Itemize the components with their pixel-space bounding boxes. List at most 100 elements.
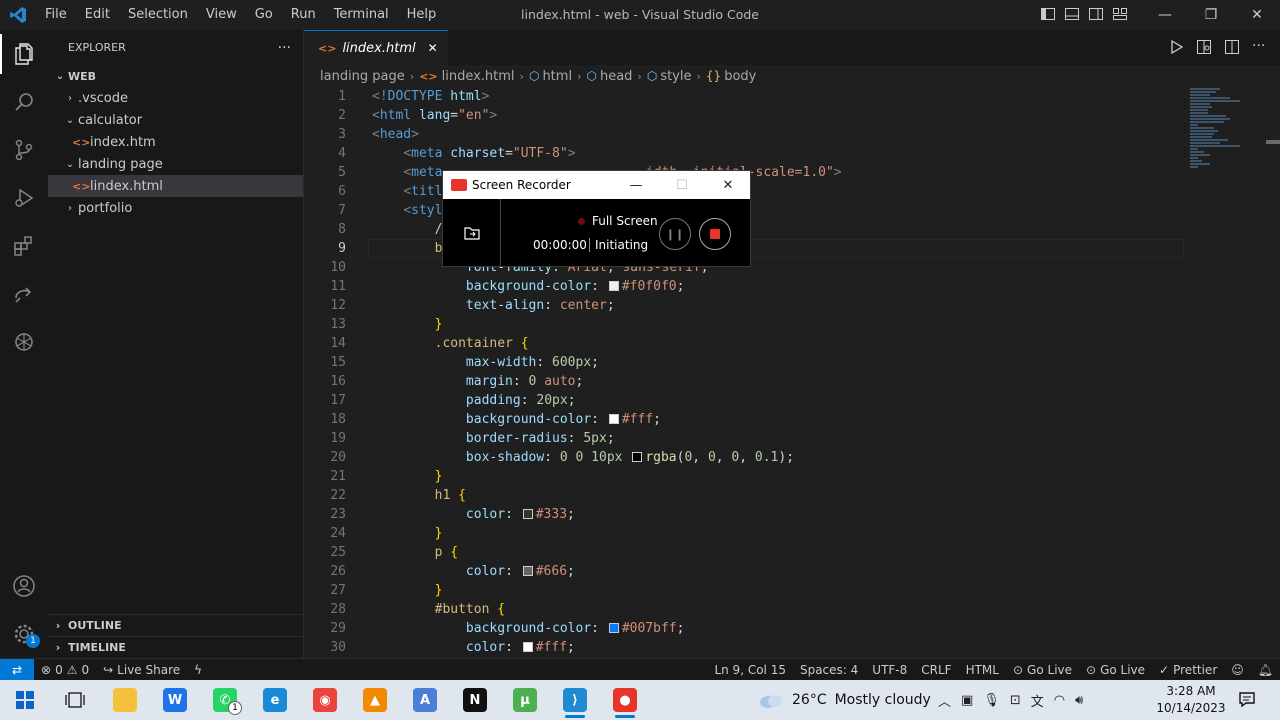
code-line[interactable]: 23 color: #333; [304, 505, 1184, 524]
pause-button[interactable]: ❙❙ [659, 218, 691, 250]
notification-center-icon[interactable] [1238, 690, 1256, 708]
code-line[interactable]: 3 <head> [304, 125, 1184, 144]
chrome-taskbar-button[interactable]: ◉ [300, 680, 350, 720]
search-icon[interactable] [0, 78, 48, 126]
microphone-icon[interactable]: 🎙︎ [983, 693, 1000, 708]
color-swatch[interactable] [522, 642, 533, 652]
edge-taskbar-button[interactable]: e [250, 680, 300, 720]
problems-indicator[interactable]: ⊗ 0 ⚠ 0 [34, 663, 96, 677]
utorrent-taskbar-button[interactable]: µ [500, 680, 550, 720]
customize-layout-icon[interactable] [1112, 6, 1128, 22]
code-line[interactable]: 22 h1 { [304, 486, 1184, 505]
menu-go[interactable]: Go [246, 0, 282, 30]
more-actions-icon[interactable]: ··· [1252, 39, 1268, 55]
close-icon[interactable]: ✕ [705, 171, 751, 199]
code-line[interactable]: 4 <meta charset="UTF-8"> [304, 144, 1184, 163]
start-taskbar-button[interactable] [0, 680, 50, 720]
cursor-position[interactable]: Ln 9, Col 15 [707, 663, 793, 677]
chatgpt-icon[interactable] [0, 318, 48, 366]
code-line[interactable]: 1 <!DOCTYPE html> [304, 87, 1184, 106]
notifications-bell-icon[interactable]: 🔔︎ [1251, 663, 1280, 677]
menu-view[interactable]: View [197, 0, 246, 30]
code-line[interactable]: 16 margin: 0 auto; [304, 372, 1184, 391]
code-line[interactable]: 27 } [304, 581, 1184, 600]
file-index-htm[interactable]: <> index.htm [48, 131, 303, 153]
breadcrumb-html[interactable]: html [542, 69, 572, 84]
code-line[interactable]: 12 text-align: center; [304, 296, 1184, 315]
editor-scrollbar[interactable] [1266, 140, 1280, 144]
extensions-icon[interactable] [0, 222, 48, 270]
run-debug-icon[interactable] [0, 174, 48, 222]
open-folder-icon[interactable] [443, 199, 501, 266]
accounts-icon[interactable] [0, 562, 48, 610]
code-line[interactable]: 14 .container { [304, 334, 1184, 353]
minimize-icon[interactable]: — [1142, 0, 1188, 30]
file-explorer-taskbar-button[interactable] [100, 680, 150, 720]
code-line[interactable]: 21 } [304, 467, 1184, 486]
outline-section[interactable]: › OUTLINE [48, 614, 304, 636]
feedback-icon[interactable]: ☺ [1224, 663, 1251, 677]
live-share-button[interactable]: ↪ Live Share [96, 663, 187, 677]
go-live-button-2[interactable]: ⊙ Go Live [1079, 663, 1152, 677]
display-icon[interactable]: ⊡ [1010, 693, 1021, 708]
folder-calculator[interactable]: ⌄ calculator [48, 109, 303, 131]
color-swatch[interactable] [632, 452, 643, 462]
weather-widget[interactable]: 26°C Mostly cloudy [758, 680, 931, 720]
font-app-taskbar-button[interactable]: A [400, 680, 450, 720]
color-swatch[interactable] [522, 566, 533, 576]
prettier-button[interactable]: ✓ Prettier [1152, 663, 1224, 677]
split-editor-icon[interactable] [1224, 39, 1240, 55]
code-line[interactable]: 19 border-radius: 5px; [304, 429, 1184, 448]
manage-gear-icon[interactable]: 1 [0, 610, 48, 658]
menu-edit[interactable]: Edit [76, 0, 119, 30]
minimap[interactable] [1190, 88, 1250, 168]
code-line[interactable]: 28 #button { [304, 600, 1184, 619]
file-lindex-html[interactable]: <> lindex.html [48, 175, 303, 197]
volume-icon[interactable]: 🔊︎ [1075, 693, 1083, 708]
folder-portfolio[interactable]: › portfolio [48, 197, 303, 219]
close-icon[interactable]: ✕ [1234, 0, 1280, 30]
breadcrumb-body[interactable]: body [724, 69, 756, 84]
vlc-taskbar-button[interactable]: ▲ [350, 680, 400, 720]
folder-vscode[interactable]: › .vscode [48, 87, 303, 109]
encoding[interactable]: UTF-8 [865, 663, 914, 677]
close-tab-icon[interactable]: ✕ [428, 41, 438, 55]
color-swatch[interactable] [608, 623, 619, 633]
code-line[interactable]: 29 background-color: #007bff; [304, 619, 1184, 638]
remote-window-icon[interactable]: ⇄ [0, 658, 34, 681]
code-line[interactable]: 17 padding: 20px; [304, 391, 1184, 410]
menu-file[interactable]: File [36, 0, 76, 30]
breadcrumb-style[interactable]: style [660, 69, 691, 84]
code-line[interactable]: 24 } [304, 524, 1184, 543]
run-icon[interactable] [1168, 39, 1184, 55]
color-swatch[interactable] [608, 281, 619, 291]
source-control-icon[interactable] [0, 126, 48, 174]
code-line[interactable]: 11 background-color: #f0f0f0; [304, 277, 1184, 296]
toggle-secondary-sidebar-icon[interactable] [1088, 6, 1104, 22]
remote-explorer-icon[interactable] [0, 270, 48, 318]
vscode-taskbar-button[interactable]: ⟩ [550, 680, 600, 720]
breadcrumb-head[interactable]: head [600, 69, 632, 84]
timeline-section[interactable]: › TIMELINE [48, 636, 304, 658]
minimize-icon[interactable]: — [613, 171, 659, 199]
menu-terminal[interactable]: Terminal [325, 0, 398, 30]
tab-lindex-html[interactable]: <> lindex.html ✕ [304, 30, 448, 65]
language-icon[interactable]: 文 [1031, 691, 1044, 710]
stop-button[interactable] [699, 218, 731, 250]
explorer-icon[interactable] [0, 30, 48, 78]
code-line[interactable]: 30 color: #fff; [304, 638, 1184, 657]
toggle-primary-sidebar-icon[interactable] [1040, 6, 1056, 22]
code-line[interactable]: 26 color: #666; [304, 562, 1184, 581]
folder-landing-page[interactable]: ⌄ landing page [48, 153, 303, 175]
vscode-logo-icon[interactable] [0, 0, 36, 30]
breadcrumb-file[interactable]: lindex.html [442, 69, 515, 84]
color-swatch[interactable] [522, 509, 533, 519]
open-preview-icon[interactable] [1196, 39, 1212, 55]
end-of-line[interactable]: CRLF [914, 663, 958, 677]
color-swatch[interactable] [608, 414, 619, 424]
task-view-taskbar-button[interactable] [50, 680, 100, 720]
wifi-icon[interactable]: ◠ [1054, 693, 1065, 708]
code-line[interactable]: 15 max-width: 600px; [304, 353, 1184, 372]
go-live-button-1[interactable]: ⊙ Go Live [1006, 663, 1079, 677]
chevron-up-icon[interactable]: ︿ [938, 691, 951, 710]
